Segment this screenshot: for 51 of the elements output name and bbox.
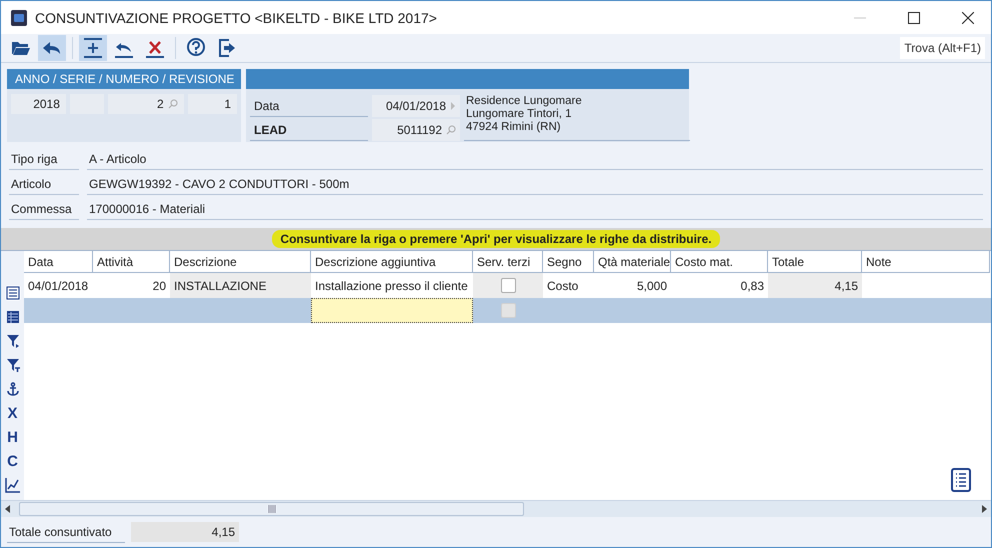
tool-button[interactable] — [4, 475, 22, 495]
address-text: Residence Lungomare Lungomare Tintori, 1 47924 Rimini (RN) — [464, 93, 690, 141]
total-label: Totale consuntivato — [7, 522, 125, 542]
horizontal-scrollbar[interactable] — [1, 500, 991, 517]
field-label: Commessa — [9, 200, 79, 220]
anchor-icon — [6, 382, 20, 396]
field-value: 170000016 - Materiali — [87, 200, 983, 220]
undo-icon — [42, 40, 62, 56]
input-field[interactable] — [311, 298, 473, 323]
letter-tool-button[interactable]: C — [4, 451, 22, 471]
maximize-icon — [908, 12, 920, 24]
minimize-icon — [854, 16, 866, 18]
letter-tool-button[interactable]: X — [4, 403, 22, 423]
letter-tool-button[interactable]: H — [4, 427, 22, 447]
table-icon — [6, 310, 20, 324]
close-icon — [962, 12, 974, 24]
field-value: GEWGW19392 - CAVO 2 CONDUTTORI - 500m — [87, 175, 983, 195]
checkbox[interactable] — [500, 278, 516, 293]
help-icon — [186, 38, 206, 58]
panel-header: ANNO / SERIE / NUMERO / REVISIONE — [7, 69, 241, 89]
number-field[interactable]: 2 — [108, 94, 184, 114]
window-title: CONSUNTIVAZIONE PROGETTO <BIKELTD - BIKE LTD 2017> — [35, 10, 438, 26]
scrollbar-thumb[interactable] — [19, 502, 524, 516]
number-field[interactable]: 1 — [188, 94, 237, 114]
table-cell: 4,15 — [768, 273, 862, 298]
line-chart-icon — [4, 477, 20, 493]
value-field[interactable]: 04/01/2018 — [372, 95, 460, 117]
search-icon — [446, 125, 456, 135]
total-value: 4,15 — [131, 522, 239, 542]
filter-icon — [6, 358, 20, 372]
list-icon — [6, 286, 20, 300]
field-label: Data — [250, 93, 368, 117]
field-label: Articolo — [9, 175, 79, 195]
app-icon — [11, 10, 27, 26]
exit-icon — [218, 38, 236, 58]
list-icon[interactable] — [951, 468, 971, 492]
number-field[interactable]: 2018 — [11, 94, 66, 114]
toolbar-button[interactable] — [38, 35, 66, 61]
search-icon — [168, 99, 178, 109]
folder-icon — [11, 40, 31, 56]
field-value: A - Articolo — [87, 150, 983, 170]
message-text: Consuntivare la riga o premere 'Apri' per visualizzare le righe da distribuire. — [272, 230, 720, 248]
table-cell: INSTALLAZIONE — [170, 273, 311, 298]
add-icon — [83, 38, 103, 58]
toolbar-button[interactable] — [79, 35, 107, 61]
field-label: Tipo riga — [9, 150, 79, 170]
field-label: LEAD — [250, 117, 368, 141]
value-field[interactable]: 5011192 — [372, 119, 460, 141]
filter-icon — [6, 334, 20, 348]
arrow-icon — [450, 102, 456, 110]
find-button[interactable]: Trova (Alt+F1) — [900, 37, 985, 59]
